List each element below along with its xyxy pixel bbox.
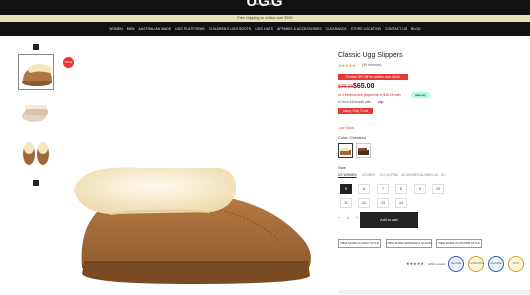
size-label: Size	[338, 165, 346, 170]
thumbnail-side[interactable]	[18, 54, 54, 90]
gallery-up-arrow[interactable]	[33, 44, 39, 50]
swatch-chestnut[interactable]	[338, 143, 353, 158]
bottom-section-edge	[338, 290, 530, 294]
nav-item-men[interactable]: MEN	[127, 27, 135, 31]
thumbnail-top[interactable]	[18, 136, 54, 172]
thumbnail-sole[interactable]	[18, 94, 54, 130]
slipper-side-thumb-image	[22, 64, 52, 86]
offer-badge: Further 5% Off for orders over $200	[338, 74, 408, 80]
main-nav: WOMEN MEN AUSTRALIAN MADE UGG PLATFORMS …	[0, 22, 530, 36]
nav-item-store-location[interactable]: STORE LOCATION	[351, 27, 381, 31]
size-option-5[interactable]: 5	[340, 184, 352, 194]
low-stock-badge: Hurry, Only 7 Left	[338, 108, 373, 114]
slipper-sole-thumb-image	[22, 105, 48, 122]
size-option-14[interactable]: 14	[395, 198, 407, 208]
quantity-stepper: − 1 +	[338, 212, 358, 224]
view-classic-button[interactable]: VIEW MORE CLASSIC STYLE	[338, 239, 381, 248]
size-option-13[interactable]: 13	[377, 198, 389, 208]
sale-price: $65.00	[353, 83, 375, 90]
nav-item-childrens[interactable]: CHILDREN'S UGG BOOTS	[209, 27, 252, 31]
aust-seal-icon: AUST	[508, 256, 524, 272]
sale-badge: SALE	[63, 57, 74, 68]
qty-minus-button[interactable]: −	[338, 212, 340, 224]
view-platform-button[interactable]: VIEW MORE PLATFORM STYLE	[436, 239, 482, 248]
add-to-cart-button[interactable]: Add to cart	[360, 212, 418, 228]
color-label: Color: Chestnut	[338, 135, 366, 140]
slipper-hero-image	[74, 167, 311, 284]
logo-subtitle: australia classic	[252, 2, 278, 6]
size-option-8[interactable]: 8	[395, 184, 407, 194]
size-tab-uk[interactable]: UK	[434, 173, 439, 177]
zip-logo[interactable]: zip	[378, 99, 384, 104]
size-tab-au-women[interactable]: AU WOMEN	[401, 173, 420, 177]
size-option-10[interactable]: 10	[432, 184, 444, 194]
nav-item-hats[interactable]: UGG HATS	[255, 27, 273, 31]
afterpay-logo[interactable]: afterpay	[411, 92, 430, 98]
nav-item-women[interactable]: WOMEN	[109, 27, 123, 31]
rating-stars[interactable]: ★★★★★	[338, 63, 356, 68]
qty-plus-button[interactable]: +	[356, 212, 358, 224]
size-tab-eu-ultra[interactable]: EU (ULTRA)	[380, 173, 398, 177]
nav-item-apparel[interactable]: APPAREL & ACCESSORIES	[277, 27, 322, 31]
top-header: UGG australia classic	[0, 0, 530, 15]
genuine-seal-icon: GENUINE	[488, 256, 504, 272]
swatch-chocolate[interactable]	[356, 143, 371, 158]
size-option-9[interactable]: 9	[414, 184, 426, 194]
size-tab-eu[interactable]: EU	[441, 173, 446, 177]
original-price: $79.00	[338, 84, 354, 90]
size-tab-us-men[interactable]: US MEN	[362, 173, 375, 177]
nav-item-contact[interactable]: CONTACT US	[385, 27, 407, 31]
view-slippers-button[interactable]: VIEW MORE SLIPPERS & SCUFFS	[386, 239, 432, 248]
nav-item-australian-made[interactable]: AUSTRALIAN MADE	[138, 27, 171, 31]
qty-value[interactable]: 1	[347, 212, 349, 224]
slipper-top-thumb-image	[23, 142, 49, 165]
zip-info: or from $10/week with	[338, 100, 372, 104]
product-title: Classic Ugg Slippers	[338, 52, 403, 59]
size-option-7[interactable]: 7	[377, 184, 389, 194]
review-count[interactable]: (59 reviews)	[362, 63, 382, 67]
trust-reviews[interactable]: 4452 reviews	[428, 262, 446, 266]
stock-status: Low Stock	[338, 126, 355, 130]
promo-banner[interactable]: Free shipping on orders over $100	[0, 15, 530, 22]
main-product-image[interactable]	[70, 150, 320, 290]
size-tab-us-women[interactable]: US WOMEN	[338, 173, 357, 177]
size-tab-au-men[interactable]: AU MEN	[420, 173, 433, 177]
trust-rating-stars: ★★★★★	[406, 261, 424, 266]
size-option-12[interactable]: 12	[358, 198, 370, 208]
gallery-down-arrow[interactable]	[33, 180, 39, 186]
nav-item-blog[interactable]: BLOG	[411, 27, 421, 31]
size-option-11[interactable]: 11	[340, 198, 352, 208]
product-info: Classic Ugg Slippers ★★★★★ (59 reviews) …	[338, 52, 528, 272]
nav-item-ugg-platforms[interactable]: UGG PLATFORMS	[175, 27, 205, 31]
size-option-6[interactable]: 6	[358, 184, 370, 194]
nav-item-clearance[interactable]: CLEARANCE	[326, 27, 347, 31]
secure-seal-icon: SECURE	[448, 256, 464, 272]
chocolate-swatch-image	[358, 148, 369, 155]
guarantee-seal-icon: GUARANTEE	[468, 256, 485, 272]
chestnut-swatch-image	[340, 148, 351, 155]
brand-logo[interactable]: UGG australia classic	[232, 0, 298, 9]
